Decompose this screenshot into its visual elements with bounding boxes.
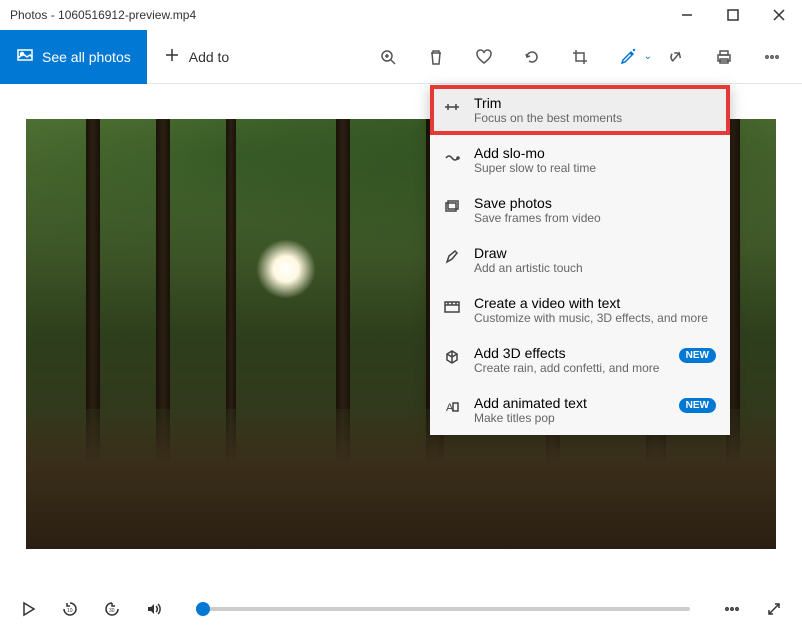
favorite-icon[interactable] [474, 47, 494, 67]
menu-title: Create a video with text [474, 295, 716, 311]
menu-item-slomo[interactable]: Add slo-mo Super slow to real time [430, 135, 730, 185]
effects-3d-icon [442, 347, 462, 367]
svg-text:30: 30 [109, 608, 115, 614]
menu-title: Trim [474, 95, 716, 111]
menu-title: Add 3D effects [474, 345, 667, 361]
save-photos-icon [442, 197, 462, 217]
menu-item-draw[interactable]: Draw Add an artistic touch [430, 235, 730, 285]
print-icon[interactable] [714, 47, 734, 67]
menu-item-save-photos[interactable]: Save photos Save frames from video [430, 185, 730, 235]
menu-title: Save photos [474, 195, 716, 211]
playback-controls: 10 30 [0, 584, 802, 634]
seek-thumb[interactable] [196, 602, 210, 616]
more-icon[interactable] [762, 47, 782, 67]
slomo-icon [442, 147, 462, 167]
menu-title: Add slo-mo [474, 145, 716, 161]
add-to-button[interactable]: Add to [147, 30, 245, 84]
menu-subtitle: Save frames from video [474, 211, 716, 225]
menu-subtitle: Customize with music, 3D effects, and mo… [474, 311, 716, 325]
menu-item-trim[interactable]: Trim Focus on the best moments [430, 85, 730, 135]
delete-icon[interactable] [426, 47, 446, 67]
menu-subtitle: Focus on the best moments [474, 111, 716, 125]
titlebar: Photos - 1060516912-preview.mp4 [0, 0, 802, 30]
toolbar: See all photos Add to ⌄ [0, 30, 802, 84]
new-badge: NEW [679, 348, 716, 363]
new-badge: NEW [679, 398, 716, 413]
zoom-icon[interactable] [378, 47, 398, 67]
skip-forward-button[interactable]: 30 [102, 599, 122, 619]
menu-title: Draw [474, 245, 716, 261]
fullscreen-button[interactable] [764, 599, 784, 619]
volume-button[interactable] [144, 599, 164, 619]
menu-item-3d-effects[interactable]: Add 3D effects Create rain, add confetti… [430, 335, 730, 385]
crop-icon[interactable] [570, 47, 590, 67]
video-text-icon [442, 297, 462, 317]
add-to-label: Add to [189, 49, 229, 65]
see-all-label: See all photos [42, 49, 131, 65]
menu-subtitle: Make titles pop [474, 411, 667, 425]
plus-icon [163, 46, 181, 67]
animated-text-icon: A [442, 397, 462, 417]
menu-title: Add animated text [474, 395, 667, 411]
play-button[interactable] [18, 599, 38, 619]
trim-icon [442, 97, 462, 117]
svg-text:10: 10 [67, 608, 73, 614]
maximize-button[interactable] [710, 0, 756, 30]
see-all-photos-button[interactable]: See all photos [0, 30, 147, 84]
skip-back-button[interactable]: 10 [60, 599, 80, 619]
rotate-icon[interactable] [522, 47, 542, 67]
close-button[interactable] [756, 0, 802, 30]
menu-subtitle: Create rain, add confetti, and more [474, 361, 667, 375]
seek-slider[interactable] [196, 607, 690, 611]
menu-subtitle: Add an artistic touch [474, 261, 716, 275]
menu-item-animated-text[interactable]: A Add animated text Make titles pop NEW [430, 385, 730, 435]
more-controls-button[interactable] [722, 599, 742, 619]
draw-icon [442, 247, 462, 267]
window-title: Photos - 1060516912-preview.mp4 [10, 8, 196, 22]
minimize-button[interactable] [664, 0, 710, 30]
menu-item-video-text[interactable]: Create a video with text Customize with … [430, 285, 730, 335]
menu-subtitle: Super slow to real time [474, 161, 716, 175]
photos-icon [16, 46, 34, 67]
chevron-down-icon: ⌄ [644, 51, 652, 62]
edit-create-button[interactable]: ⌄ [618, 47, 638, 67]
share-icon[interactable] [666, 47, 686, 67]
edit-dropdown: Trim Focus on the best moments Add slo-m… [430, 85, 730, 435]
